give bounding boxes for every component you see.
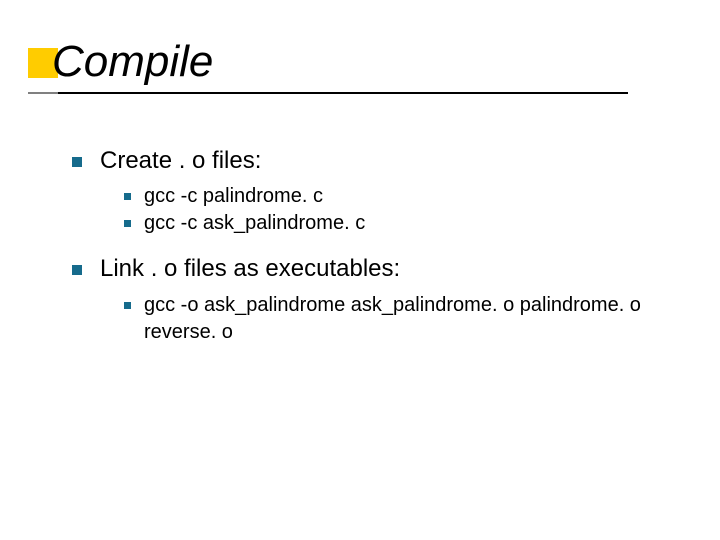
content-area: Create . o files: gcc -c palindrome. c g… <box>72 145 652 362</box>
sub-list-item-text: gcc -c palindrome. c <box>144 185 323 207</box>
list-item: Create . o files: gcc -c palindrome. c g… <box>72 145 652 237</box>
list-item-text: Create . o files: <box>100 147 261 174</box>
title-underline-accent <box>28 92 58 94</box>
sub-list-item: gcc -o ask_palindrome ask_palindrome. o … <box>124 292 652 346</box>
title-block: Compile <box>28 38 213 86</box>
title-underline <box>28 92 628 94</box>
list-item: Link . o files as executables: gcc -o as… <box>72 253 652 345</box>
sub-list: gcc -o ask_palindrome ask_palindrome. o … <box>100 292 652 346</box>
sub-list-item-text: gcc -o ask_palindrome ask_palindrome. o … <box>144 294 641 343</box>
slide: Compile Create . o files: gcc -c palindr… <box>0 0 720 540</box>
slide-title: Compile <box>28 38 213 86</box>
sub-list-item: gcc -c ask_palindrome. c <box>124 210 652 237</box>
sub-list-item: gcc -c palindrome. c <box>124 183 652 210</box>
sub-list: gcc -c palindrome. c gcc -c ask_palindro… <box>100 183 652 237</box>
sub-list-item-text: gcc -c ask_palindrome. c <box>144 212 365 234</box>
bullet-list: Create . o files: gcc -c palindrome. c g… <box>72 145 652 346</box>
list-item-text: Link . o files as executables: <box>100 255 400 282</box>
